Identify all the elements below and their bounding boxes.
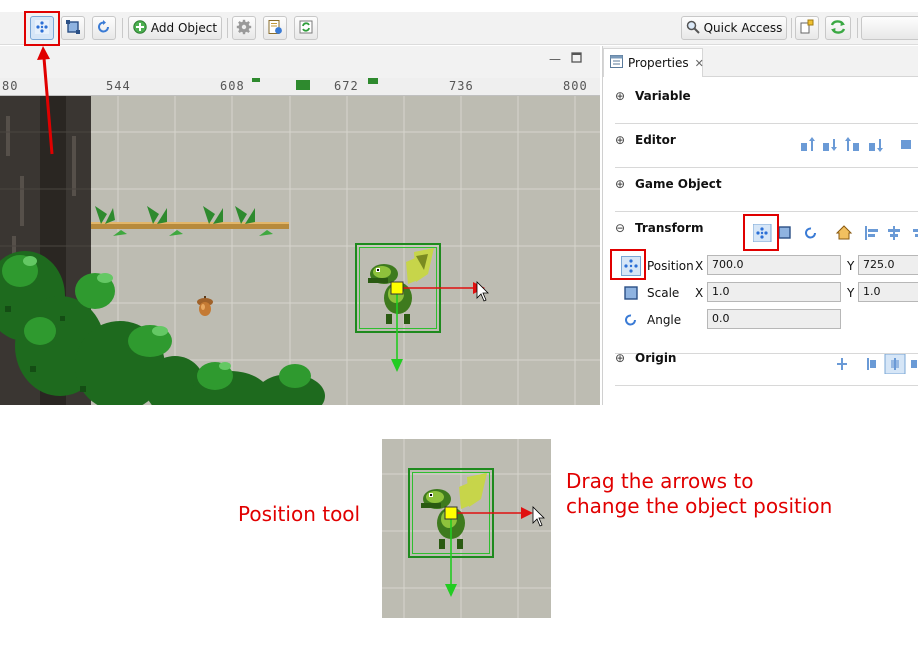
transform-position-tool-highlight — [743, 214, 779, 251]
section-editor[interactable]: ⊕ Editor — [615, 124, 918, 168]
toolbar-separator — [791, 18, 792, 38]
acorn-sprite — [197, 296, 213, 316]
editor-order-icons[interactable] — [801, 137, 918, 153]
position-row-highlight — [610, 249, 646, 280]
sync-button[interactable] — [825, 16, 851, 40]
position-label: Position — [647, 259, 694, 273]
angle-label: Angle — [647, 313, 682, 327]
ruler-label: 80 — [2, 79, 19, 93]
tab-properties[interactable]: Properties ✕ — [603, 48, 704, 77]
position-x-field[interactable]: 700.0 — [707, 255, 841, 275]
maximize-icon[interactable] — [571, 52, 582, 66]
position-y-field[interactable]: 725.0 — [858, 255, 918, 275]
add-icon — [133, 19, 147, 37]
angle-field[interactable]: 0.0 — [707, 309, 841, 329]
position-gizmo[interactable] — [385, 276, 497, 376]
bush-sprite — [0, 251, 325, 405]
open-perspective-button[interactable] — [795, 16, 819, 40]
expand-icon[interactable]: ⊕ — [615, 133, 625, 147]
main-toolbar: Add Object Quick Access — [0, 12, 918, 45]
sync-icon — [829, 19, 847, 38]
foliage-top — [252, 78, 378, 90]
open-perspective-icon — [799, 19, 815, 38]
settings-button[interactable] — [232, 16, 256, 40]
position-x-axis: X — [695, 259, 704, 273]
expand-icon[interactable]: ⊕ — [615, 177, 625, 191]
angle-tool-button[interactable] — [92, 16, 116, 40]
collapse-icon[interactable]: ⊖ — [615, 221, 625, 235]
quick-access-label: Quick Access — [703, 21, 783, 35]
document-export-icon — [267, 19, 283, 38]
section-game-object-title: Game Object — [635, 177, 722, 191]
position-tool-caption: Position tool — [238, 502, 361, 526]
scale-x-axis: X — [695, 286, 704, 300]
ruler-label: 800 — [563, 79, 588, 93]
free-move-handle[interactable] — [390, 281, 404, 295]
toolbar-separator — [227, 18, 228, 38]
zoomed-gizmo-illustration — [382, 439, 551, 618]
quick-access-button[interactable]: Quick Access — [681, 16, 787, 40]
scene-canvas[interactable]: 80 544 608 672 736 800 — [0, 78, 600, 405]
expand-icon[interactable]: ⊕ — [615, 89, 625, 103]
scale-tool-icon — [65, 19, 81, 38]
toolbar-separator — [122, 18, 123, 38]
minimize-icon[interactable]: — — [549, 52, 561, 66]
callout-arrow — [37, 46, 54, 155]
toolbar-separator — [857, 18, 858, 38]
scale-label: Scale — [647, 286, 680, 300]
section-game-object[interactable]: ⊕ Game Object — [615, 168, 918, 212]
drag-caption: Drag the arrows to change the object pos… — [566, 469, 832, 519]
section-variable-title: Variable — [635, 89, 691, 103]
perspective-switcher[interactable] — [861, 16, 918, 40]
origin-align-icons[interactable] — [835, 354, 918, 374]
branch-sprite — [91, 206, 289, 236]
position-tool-highlight — [24, 11, 60, 46]
gear-icon — [236, 19, 252, 38]
scale-tool-button[interactable] — [61, 16, 85, 40]
expand-icon[interactable]: ⊕ — [615, 351, 625, 365]
scale-x-field[interactable]: 1.0 — [707, 282, 841, 302]
angle-tool-icon — [96, 19, 112, 38]
add-object-label: Add Object — [150, 21, 218, 35]
ruler-label: 544 — [106, 79, 131, 93]
export-button[interactable] — [263, 16, 287, 40]
close-icon[interactable]: ✕ — [695, 57, 704, 70]
drag-caption-line1: Drag the arrows to — [566, 469, 754, 493]
search-icon — [686, 20, 700, 37]
properties-icon — [610, 55, 623, 71]
refresh-button[interactable] — [294, 16, 318, 40]
section-origin[interactable]: ⊕ Origin — [615, 342, 918, 386]
drag-caption-line2: change the object position — [566, 494, 833, 518]
scene-editor-header: — — [0, 46, 600, 78]
properties-tabbar: Properties ✕ — [603, 46, 918, 77]
zoom-position-gizmo — [444, 506, 545, 597]
y-axis-arrow[interactable] — [391, 359, 403, 372]
position-y-axis: Y — [847, 259, 855, 273]
add-object-button[interactable]: Add Object — [128, 16, 222, 40]
section-editor-title: Editor — [635, 133, 676, 147]
tab-properties-label: Properties — [628, 56, 689, 70]
ruler-label: 736 — [449, 79, 474, 93]
scale-row-icon — [624, 286, 638, 300]
scale-y-field[interactable]: 1.0 — [858, 282, 918, 302]
section-origin-title: Origin — [635, 351, 677, 365]
mouse-cursor-icon — [476, 281, 489, 302]
angle-row-icon — [625, 314, 636, 326]
scale-y-axis: Y — [847, 286, 855, 300]
section-variable[interactable]: ⊕ Variable — [615, 80, 918, 124]
refresh-icon — [298, 19, 314, 38]
section-transform-title: Transform — [635, 221, 704, 235]
